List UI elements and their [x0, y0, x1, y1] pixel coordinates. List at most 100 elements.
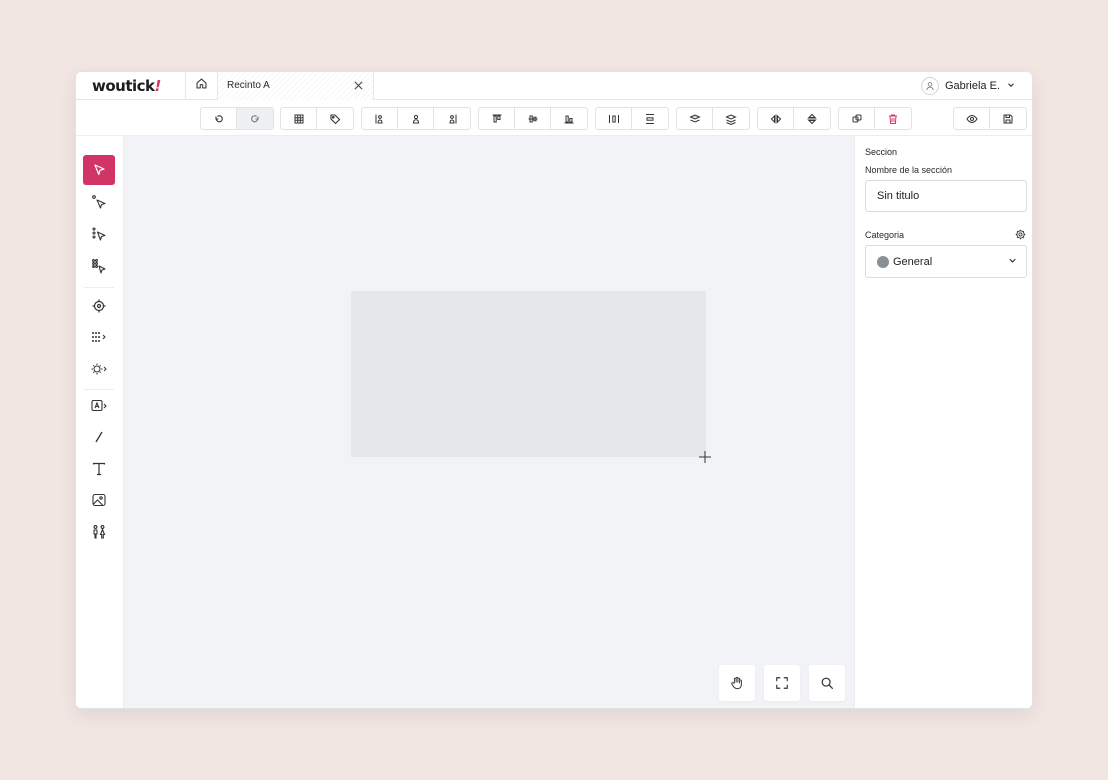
chevron-down-icon: [1006, 80, 1016, 93]
editor-window: woutick! Recinto A Gabriela E. Seccion N…: [75, 71, 1033, 709]
distribute-horizontal-button[interactable]: [596, 108, 632, 129]
insert-group: [280, 107, 354, 130]
properties-panel: Seccion Nombre de la sección Categoria G…: [854, 136, 1032, 708]
delete-icon: [889, 114, 897, 124]
select-icon: [94, 164, 105, 176]
person-align-group: [361, 107, 471, 130]
preview-button[interactable]: [954, 108, 990, 129]
image-icon: [92, 493, 106, 507]
category-label: Categoria: [865, 230, 905, 240]
search-icon: [821, 677, 834, 690]
bring-forward-button[interactable]: [677, 108, 713, 129]
align-left-person-icon: [375, 114, 383, 123]
redo-icon: [251, 114, 259, 122]
pan-button[interactable]: [719, 665, 755, 701]
layer-group: [676, 107, 750, 130]
table-icon: [91, 363, 107, 375]
send-backward-icon: [725, 113, 737, 125]
redo-button[interactable]: [237, 108, 273, 129]
fullscreen-icon: [776, 677, 788, 689]
category-select[interactable]: General: [865, 245, 1027, 278]
history-group: [200, 107, 274, 130]
delete-button[interactable]: [875, 108, 911, 129]
close-icon[interactable]: [351, 78, 365, 92]
duplicate-button[interactable]: [839, 108, 875, 129]
save-icon: [1003, 114, 1013, 123]
distribute-group: [595, 107, 669, 130]
align-right-person-icon: [449, 114, 457, 123]
user-menu[interactable]: Gabriela E.: [920, 76, 1016, 96]
tab-label: Recinto A: [227, 80, 270, 91]
view-group: [953, 107, 1027, 130]
section-shape[interactable]: [351, 291, 706, 457]
select-node-icon: [92, 195, 106, 209]
duplicate-icon: [852, 114, 861, 122]
rail-divider: [84, 389, 114, 390]
distribute-vertical-button[interactable]: [632, 108, 668, 129]
target-tool[interactable]: [83, 291, 115, 321]
select-group-tool[interactable]: [83, 251, 115, 281]
person-icon: [412, 114, 419, 123]
chevron-down-icon: [1007, 253, 1018, 271]
section-name-input[interactable]: [865, 180, 1027, 212]
bring-forward-icon: [688, 113, 701, 123]
grid-icon: [294, 114, 303, 123]
category-value: General: [893, 255, 933, 268]
hand-icon: [731, 676, 742, 690]
undo-button[interactable]: [201, 108, 237, 129]
edit-group: [838, 107, 912, 130]
line-tool[interactable]: [83, 422, 115, 452]
text-tool[interactable]: [83, 454, 115, 484]
restroom-icon: [93, 525, 106, 539]
flip-horizontal-icon: [770, 114, 781, 123]
undo-icon: [214, 114, 223, 122]
save-button[interactable]: [990, 108, 1026, 129]
flip-horizontal-button[interactable]: [758, 108, 794, 129]
target-icon: [92, 299, 106, 313]
text-area-tool[interactable]: [83, 391, 115, 421]
canvas[interactable]: [124, 136, 854, 708]
grid-button[interactable]: [281, 108, 317, 129]
user-icon: [920, 77, 939, 95]
flip-group: [757, 107, 831, 130]
toolbar: [76, 100, 1032, 136]
image-tool[interactable]: [83, 485, 115, 515]
seat-grid-icon: [92, 332, 106, 342]
flip-vertical-icon: [807, 113, 817, 124]
preview-icon: [965, 114, 978, 123]
tag-button[interactable]: [317, 108, 353, 129]
vertical-align-group: [478, 107, 588, 130]
select-group-icon: [92, 259, 106, 274]
align-bottom-icon: [564, 115, 574, 123]
text-icon: [92, 462, 106, 476]
person-button[interactable]: [398, 108, 434, 129]
select-tool[interactable]: [83, 155, 115, 185]
zoom-search-button[interactable]: [809, 665, 845, 701]
gear-icon[interactable]: [1015, 229, 1026, 240]
align-right-person-button[interactable]: [434, 108, 470, 129]
fullscreen-button[interactable]: [764, 665, 800, 701]
woutick-logo: woutick!: [92, 77, 161, 95]
align-left-person-button[interactable]: [362, 108, 398, 129]
send-backward-button[interactable]: [713, 108, 749, 129]
section-name-label: Nombre de la sección: [865, 165, 953, 175]
distribute-horizontal-icon: [608, 114, 619, 123]
align-top-button[interactable]: [479, 108, 515, 129]
seat-grid-tool[interactable]: [83, 322, 115, 352]
home-button[interactable]: [185, 72, 218, 100]
align-middle-button[interactable]: [515, 108, 551, 129]
table-tool[interactable]: [83, 354, 115, 384]
select-node-tool[interactable]: [83, 187, 115, 217]
tag-icon: [330, 113, 341, 124]
text-area-icon: [91, 399, 107, 412]
select-row-tool[interactable]: [83, 219, 115, 249]
align-top-icon: [492, 114, 501, 122]
align-bottom-button[interactable]: [551, 108, 587, 129]
user-name: Gabriela E.: [944, 80, 1000, 92]
tab-recinto[interactable]: Recinto A: [218, 72, 374, 100]
flip-vertical-button[interactable]: [794, 108, 830, 129]
crosshair-cursor: [699, 451, 711, 463]
category-color-dot: [877, 255, 889, 268]
restroom-tool[interactable]: [83, 517, 115, 547]
select-row-icon: [92, 227, 106, 241]
